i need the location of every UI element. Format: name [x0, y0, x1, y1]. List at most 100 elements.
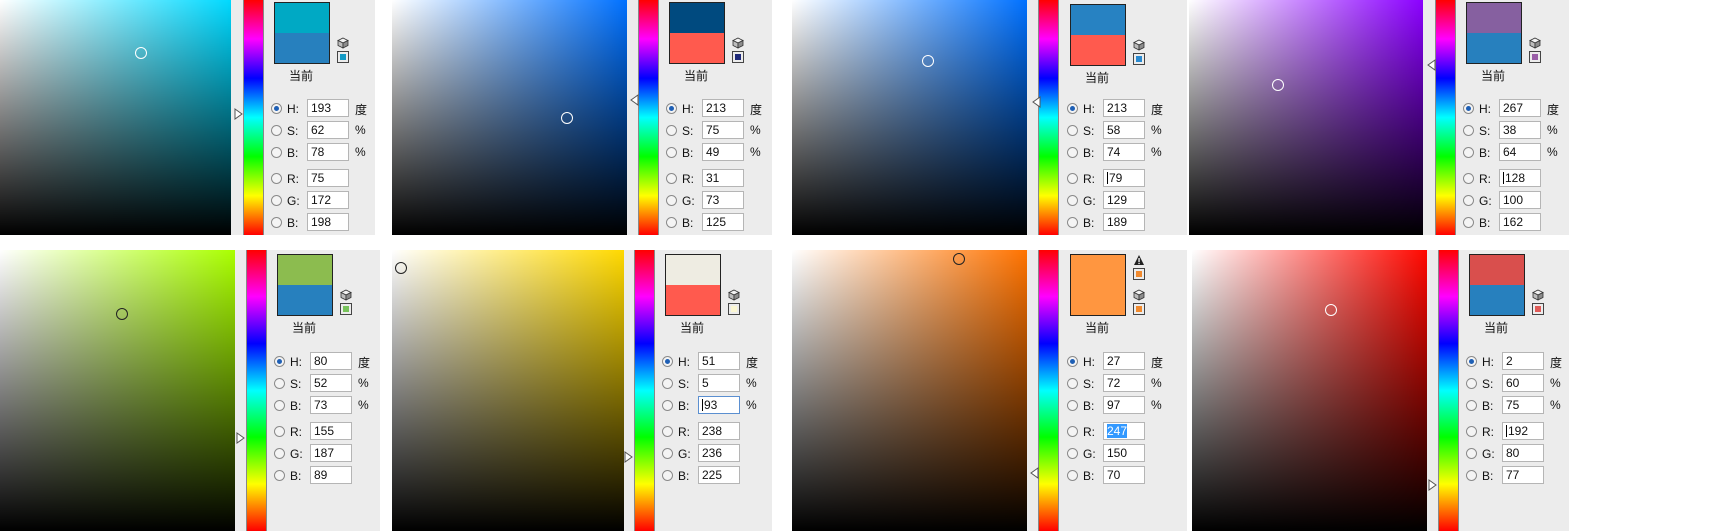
color-marker[interactable]	[561, 112, 573, 124]
color-marker[interactable]	[1325, 304, 1337, 316]
hue-slider-handle[interactable]	[1030, 467, 1040, 479]
channel-input[interactable]: 73	[702, 191, 744, 209]
saturation-brightness-field[interactable]	[1192, 250, 1427, 531]
channel-radio[interactable]	[1463, 147, 1474, 158]
channel-input[interactable]: 80	[1502, 444, 1544, 462]
web-safe-cube-icon[interactable]	[728, 289, 740, 301]
channel-radio[interactable]	[1463, 173, 1474, 184]
channel-radio[interactable]	[1466, 378, 1477, 389]
web-safe-cube-icon[interactable]	[1133, 39, 1145, 51]
current-color-swatch[interactable]	[1467, 33, 1521, 63]
hue-slider[interactable]	[634, 250, 655, 531]
channel-input[interactable]: 49	[702, 143, 744, 161]
channel-input[interactable]: 129	[1103, 191, 1145, 209]
channel-input[interactable]: 97	[1103, 396, 1145, 414]
channel-input[interactable]: 5	[698, 374, 740, 392]
web-safe-cube-icon[interactable]	[337, 37, 349, 49]
out-of-gamut-swatch[interactable]	[1133, 268, 1145, 280]
channel-radio[interactable]	[666, 103, 677, 114]
channel-input[interactable]: 150	[1103, 444, 1145, 462]
channel-radio[interactable]	[274, 470, 285, 481]
channel-radio[interactable]	[271, 125, 282, 136]
channel-radio[interactable]	[274, 378, 285, 389]
channel-input[interactable]: 70	[1103, 466, 1145, 484]
channel-radio[interactable]	[1463, 195, 1474, 206]
channel-radio[interactable]	[1067, 147, 1078, 158]
hue-slider[interactable]	[638, 0, 659, 235]
channel-input[interactable]: 79	[1103, 169, 1145, 187]
channel-radio[interactable]	[271, 195, 282, 206]
channel-input[interactable]: 236	[698, 444, 740, 462]
channel-radio[interactable]	[1067, 400, 1078, 411]
hue-slider[interactable]	[1038, 250, 1059, 531]
channel-input[interactable]: 100	[1499, 191, 1541, 209]
channel-radio[interactable]	[666, 195, 677, 206]
channel-radio[interactable]	[271, 173, 282, 184]
hue-slider-handle[interactable]	[624, 451, 634, 463]
hue-slider-handle[interactable]	[1032, 96, 1042, 108]
color-marker[interactable]	[953, 253, 965, 265]
color-marker[interactable]	[116, 308, 128, 320]
channel-input[interactable]: 189	[1103, 213, 1145, 231]
channel-input[interactable]: 198	[307, 213, 349, 231]
channel-radio[interactable]	[1067, 195, 1078, 206]
web-safe-cube-icon[interactable]	[1133, 289, 1145, 301]
current-color-swatch[interactable]	[1071, 35, 1125, 65]
channel-radio[interactable]	[666, 147, 677, 158]
channel-radio[interactable]	[662, 448, 673, 459]
gamut-warning-icon[interactable]	[1133, 254, 1145, 266]
hue-slider-handle[interactable]	[234, 108, 244, 120]
hue-slider-handle[interactable]	[1427, 59, 1437, 71]
current-color-swatch[interactable]	[275, 33, 329, 63]
channel-input[interactable]: 247	[1103, 422, 1145, 440]
hue-slider[interactable]	[1038, 0, 1059, 235]
channel-radio[interactable]	[274, 356, 285, 367]
channel-radio[interactable]	[274, 448, 285, 459]
hue-slider[interactable]	[246, 250, 267, 531]
channel-input[interactable]: 80	[310, 352, 352, 370]
channel-input[interactable]: 62	[307, 121, 349, 139]
channel-radio[interactable]	[1463, 217, 1474, 228]
channel-input[interactable]: 192	[1502, 422, 1544, 440]
channel-radio[interactable]	[271, 147, 282, 158]
channel-input[interactable]: 187	[310, 444, 352, 462]
channel-input[interactable]: 75	[1502, 396, 1544, 414]
web-safe-color-swatch[interactable]	[337, 51, 349, 63]
channel-radio[interactable]	[662, 378, 673, 389]
hue-slider[interactable]	[1438, 250, 1459, 531]
channel-radio[interactable]	[666, 217, 677, 228]
channel-radio[interactable]	[1067, 217, 1078, 228]
channel-input[interactable]: 38	[1499, 121, 1541, 139]
channel-input[interactable]: 64	[1499, 143, 1541, 161]
channel-input[interactable]: 52	[310, 374, 352, 392]
channel-radio[interactable]	[274, 426, 285, 437]
current-color-swatch[interactable]	[1470, 285, 1524, 315]
hue-slider-handle[interactable]	[236, 432, 246, 444]
channel-input[interactable]: 2	[1502, 352, 1544, 370]
current-color-swatch[interactable]	[670, 33, 724, 63]
channel-radio[interactable]	[662, 400, 673, 411]
current-color-swatch[interactable]	[278, 285, 332, 315]
channel-radio[interactable]	[1463, 125, 1474, 136]
channel-input[interactable]: 213	[702, 99, 744, 117]
web-safe-color-swatch[interactable]	[1532, 303, 1544, 315]
channel-radio[interactable]	[274, 400, 285, 411]
channel-radio[interactable]	[1067, 378, 1078, 389]
channel-input[interactable]: 74	[1103, 143, 1145, 161]
channel-radio[interactable]	[666, 173, 677, 184]
channel-input[interactable]: 238	[698, 422, 740, 440]
channel-radio[interactable]	[662, 470, 673, 481]
current-color-swatch[interactable]	[666, 285, 720, 315]
web-safe-cube-icon[interactable]	[1532, 289, 1544, 301]
channel-radio[interactable]	[1067, 103, 1078, 114]
web-safe-color-swatch[interactable]	[1133, 303, 1145, 315]
web-safe-cube-icon[interactable]	[1529, 37, 1541, 49]
channel-input[interactable]: 60	[1502, 374, 1544, 392]
channel-input[interactable]: 72	[1103, 374, 1145, 392]
channel-input[interactable]: 27	[1103, 352, 1145, 370]
channel-radio[interactable]	[1067, 426, 1078, 437]
channel-input[interactable]: 267	[1499, 99, 1541, 117]
channel-input[interactable]: 89	[310, 466, 352, 484]
saturation-brightness-field[interactable]	[0, 0, 231, 235]
web-safe-cube-icon[interactable]	[340, 289, 352, 301]
